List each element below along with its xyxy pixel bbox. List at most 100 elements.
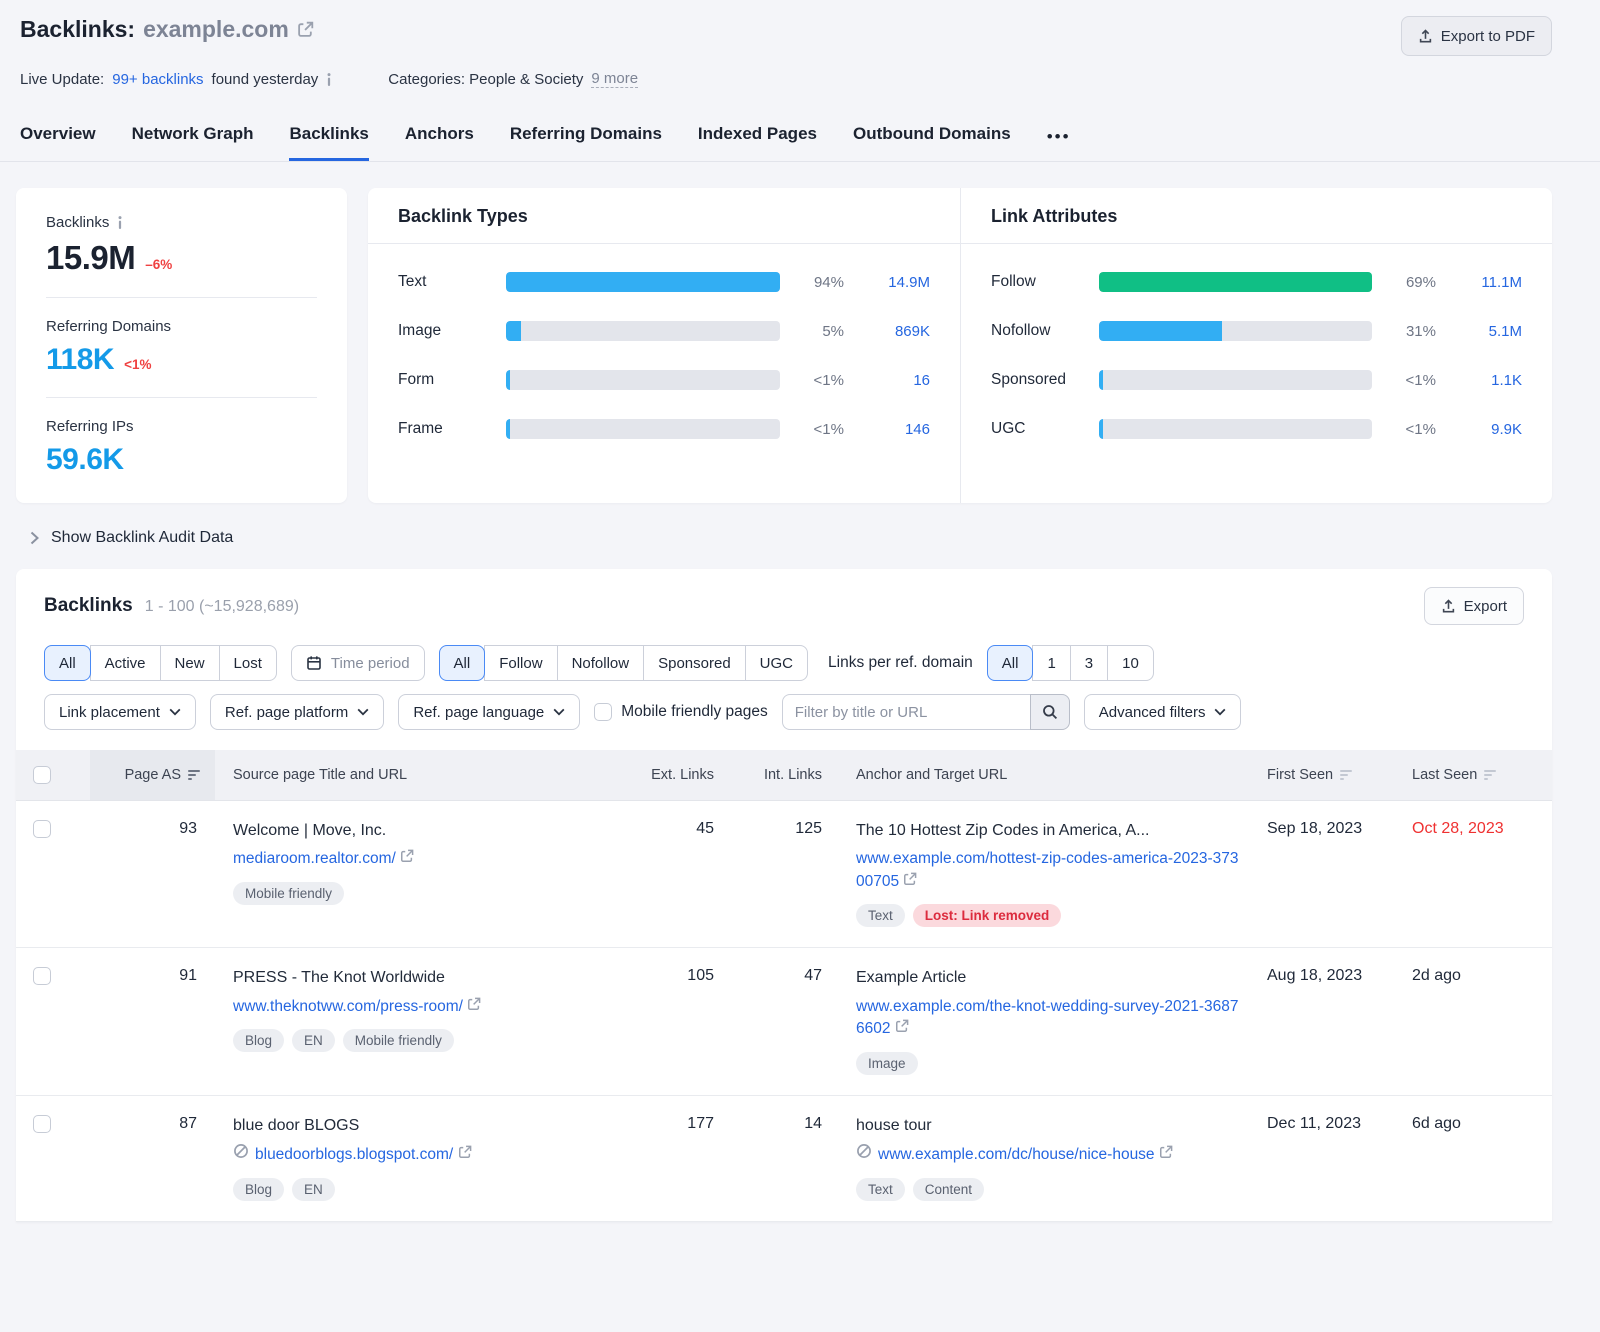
tag-lost-link-removed: Lost: Link removed	[913, 904, 1062, 927]
target-url-line: www.example.com/hottest-zip-codes-americ…	[856, 848, 1239, 893]
last-seen-value: 6d ago	[1412, 1115, 1461, 1132]
anchor-tags: Image	[856, 1052, 1239, 1075]
ext-links-cell: 105	[630, 948, 730, 1096]
search-input[interactable]	[782, 694, 1030, 730]
backlink-type-row-frame: Frame<1%146	[398, 419, 930, 439]
link-attribute-bar-fill	[1099, 321, 1222, 341]
target-url-link[interactable]: www.example.com/dc/house/nice-house	[878, 1146, 1155, 1163]
sort-icon	[188, 770, 201, 780]
mobile-friendly-label: Mobile friendly pages	[621, 703, 767, 721]
source-url-link[interactable]: mediaroom.realtor.com/	[233, 850, 396, 867]
last-seen-header[interactable]: Last Seen	[1400, 750, 1552, 800]
categories-label: Categories: People & Society	[388, 71, 583, 88]
backlink-type-value-link[interactable]: 869K	[856, 323, 930, 340]
external-link-icon[interactable]	[903, 872, 917, 886]
anchor-text: Example Article	[856, 967, 1239, 989]
show-audit-toggle[interactable]: Show Backlink Audit Data	[30, 529, 1600, 547]
last-seen-value: 2d ago	[1412, 967, 1461, 984]
source-title: PRESS - The Knot Worldwide	[233, 967, 614, 989]
backlink-type-value-link[interactable]: 14.9M	[856, 274, 930, 291]
external-link-icon[interactable]	[895, 1019, 909, 1033]
status-filter-new[interactable]: New	[160, 645, 220, 681]
summary-card: Backlinks 15.9M –6% Referring Domains 11…	[16, 188, 347, 503]
link-attribute-row-follow: Follow69%11.1M	[991, 272, 1522, 292]
page-title-domain: example.com	[143, 16, 289, 43]
links-per-domain-label: Links per ref. domain	[828, 654, 973, 672]
ref-page-platform-dropdown[interactable]: Ref. page platform	[210, 694, 384, 730]
row-checkbox[interactable]	[33, 1115, 51, 1133]
links-per-domain-10[interactable]: 10	[1107, 645, 1154, 681]
tab-backlinks[interactable]: Backlinks	[289, 114, 368, 161]
backlink-type-label: Text	[398, 273, 494, 291]
tag-text: Text	[856, 904, 905, 927]
link-attribute-value-link[interactable]: 5.1M	[1448, 323, 1522, 340]
follow-filter-follow[interactable]: Follow	[484, 645, 557, 681]
links-per-domain-all[interactable]: All	[987, 645, 1034, 681]
external-link-icon[interactable]	[297, 21, 314, 38]
table-header-row: Page AS Source page Title and URL Ext. L…	[16, 750, 1552, 800]
source-url-link[interactable]: www.theknotww.com/press-room/	[233, 998, 463, 1015]
link-attribute-bar-fill	[1099, 272, 1372, 292]
source-url-link[interactable]: bluedoorblogs.blogspot.com/	[255, 1146, 453, 1163]
tab-outbound-domains[interactable]: Outbound Domains	[853, 114, 1011, 161]
referring-domains-stat-value[interactable]: 118K	[46, 343, 114, 377]
follow-filter-sponsored[interactable]: Sponsored	[643, 645, 746, 681]
backlink-type-value-link[interactable]: 16	[856, 372, 930, 389]
page-as-header[interactable]: Page AS	[90, 750, 215, 800]
follow-filter-group: AllFollowNofollowSponsoredUGC	[439, 645, 808, 681]
link-attributes-title: Link Attributes	[961, 188, 1552, 244]
first-seen-header[interactable]: First Seen	[1255, 750, 1400, 800]
time-period-label: Time period	[331, 655, 410, 672]
tag-mobile-friendly: Mobile friendly	[343, 1029, 454, 1052]
categories-more-link[interactable]: 9 more	[591, 70, 638, 88]
links-per-domain-3[interactable]: 3	[1070, 645, 1108, 681]
tab-anchors[interactable]: Anchors	[405, 114, 474, 161]
info-icon[interactable]	[326, 73, 332, 86]
external-link-icon[interactable]	[1159, 1145, 1173, 1159]
status-filter-active[interactable]: Active	[90, 645, 161, 681]
anchor-tags: TextContent	[856, 1178, 1239, 1201]
row-checkbox-cell	[16, 800, 90, 948]
link-attribute-value-link[interactable]: 9.9K	[1448, 421, 1522, 438]
referring-ips-stat-value[interactable]: 59.6K	[46, 443, 124, 477]
link-attribute-label: Follow	[991, 273, 1087, 291]
link-attribute-value-link[interactable]: 1.1K	[1448, 372, 1522, 389]
row-checkbox[interactable]	[33, 967, 51, 985]
follow-filter-ugc[interactable]: UGC	[745, 645, 808, 681]
mobile-friendly-checkbox[interactable]	[594, 703, 612, 721]
select-all-checkbox[interactable]	[33, 766, 51, 784]
follow-filter-all[interactable]: All	[439, 645, 486, 681]
follow-filter-nofollow[interactable]: Nofollow	[557, 645, 645, 681]
external-link-icon[interactable]	[458, 1145, 472, 1159]
status-filter-all[interactable]: All	[44, 645, 91, 681]
link-placement-dropdown[interactable]: Link placement	[44, 694, 196, 730]
first-seen-cell: Dec 11, 2023	[1255, 1095, 1400, 1221]
links-per-domain-1[interactable]: 1	[1032, 645, 1070, 681]
tab-network-graph[interactable]: Network Graph	[132, 114, 254, 161]
live-update-link[interactable]: 99+ backlinks	[112, 71, 203, 88]
tab-indexed-pages[interactable]: Indexed Pages	[698, 114, 817, 161]
source-tags: Mobile friendly	[233, 882, 614, 905]
tabs-more-button[interactable]: •••	[1047, 117, 1071, 161]
table-row: 87blue door BLOGSbluedoorblogs.blogspot.…	[16, 1095, 1552, 1221]
external-link-icon[interactable]	[467, 997, 481, 1011]
status-filter-lost[interactable]: Lost	[219, 645, 277, 681]
external-link-icon[interactable]	[400, 849, 414, 863]
info-icon[interactable]	[117, 216, 123, 229]
chevron-down-icon	[169, 708, 181, 716]
export-button[interactable]: Export	[1424, 587, 1524, 625]
backlink-type-value-link[interactable]: 146	[856, 421, 930, 438]
link-attribute-value-link[interactable]: 11.1M	[1448, 274, 1522, 291]
advanced-filters-dropdown[interactable]: Advanced filters	[1084, 694, 1242, 730]
search-button[interactable]	[1030, 694, 1070, 730]
target-url-link[interactable]: www.example.com/the-knot-wedding-survey-…	[856, 998, 1239, 1037]
time-period-button[interactable]: Time period	[291, 645, 425, 681]
tab-overview[interactable]: Overview	[20, 114, 96, 161]
row-checkbox[interactable]	[33, 820, 51, 838]
tab-referring-domains[interactable]: Referring Domains	[510, 114, 662, 161]
export-to-pdf-label: Export to PDF	[1441, 28, 1535, 45]
export-to-pdf-button[interactable]: Export to PDF	[1401, 16, 1552, 56]
search-icon	[1042, 704, 1058, 720]
source-header: Source page Title and URL	[215, 750, 630, 800]
ref-page-language-dropdown[interactable]: Ref. page language	[398, 694, 580, 730]
